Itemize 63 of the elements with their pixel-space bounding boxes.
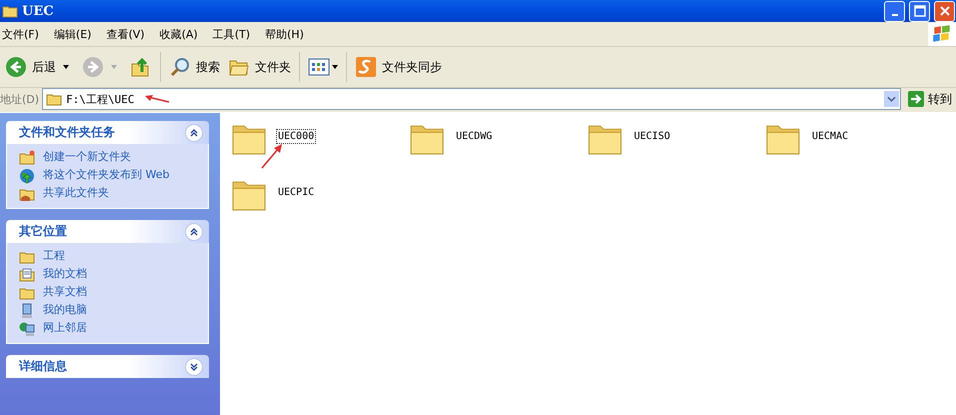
go-arrow-icon xyxy=(908,91,924,107)
panel-title: 其它位置 xyxy=(19,223,68,240)
panel-header[interactable]: 详细信息 xyxy=(6,355,209,378)
task-link[interactable]: 我的文档 xyxy=(43,266,173,282)
task-link[interactable]: 创建一个新文件夹 xyxy=(43,149,173,165)
minimize-icon xyxy=(892,14,898,16)
annotation-arrow xyxy=(144,94,170,104)
collapse-button[interactable] xyxy=(185,222,203,240)
window-title: UEC xyxy=(22,4,54,18)
task-link[interactable]: 将这个文件夹发布到 Web xyxy=(43,167,173,183)
maximize-icon xyxy=(914,5,926,17)
folder-name[interactable]: UECMAC xyxy=(810,129,850,144)
collapse-button[interactable] xyxy=(185,124,203,142)
task-link[interactable]: 我的电脑 xyxy=(43,302,173,318)
task-link[interactable]: 工程 xyxy=(43,248,173,264)
folder-name[interactable]: UECPIC xyxy=(276,185,316,200)
caret-icon xyxy=(332,65,338,69)
back-button[interactable]: 后退 xyxy=(2,54,59,80)
chevron-icon xyxy=(189,226,199,236)
dropdown-button[interactable] xyxy=(884,91,899,107)
menu-item[interactable]: 编辑(E) xyxy=(54,26,98,42)
search-button[interactable]: 搜索 xyxy=(166,54,223,80)
network-icon xyxy=(19,321,35,337)
collapse-button[interactable] xyxy=(185,358,203,376)
address-label: 地址(D) xyxy=(0,92,40,106)
close-icon xyxy=(938,5,950,17)
folder-name[interactable]: UECDWG xyxy=(454,129,494,144)
chevron-icon xyxy=(189,362,199,372)
maximize-button[interactable] xyxy=(909,0,930,22)
folder-name[interactable]: UEC000 xyxy=(276,129,316,144)
folder-icon xyxy=(2,4,18,18)
sync-button[interactable]: 文件夹同步 xyxy=(352,54,445,80)
address-field[interactable]: F:\工程\UEC xyxy=(42,88,901,110)
menu-item[interactable]: 帮助(H) xyxy=(265,26,311,42)
task-link[interactable]: 共享文档 xyxy=(43,284,173,300)
folders-button[interactable]: 文件夹 xyxy=(225,54,294,80)
menu-item[interactable]: 查看(V) xyxy=(106,26,152,42)
minimize-button[interactable] xyxy=(884,0,905,22)
panel-title: 文件和文件夹任务 xyxy=(19,124,116,141)
documents-icon xyxy=(19,267,35,283)
views-grid-icon xyxy=(308,56,330,78)
folder-name[interactable]: UECISO xyxy=(632,129,672,144)
menu-item[interactable]: 工具(T) xyxy=(212,26,257,42)
flag-logo-icon xyxy=(928,22,956,46)
search-icon xyxy=(169,56,191,78)
sync-logo-icon xyxy=(355,56,377,78)
task-link[interactable]: 共享此文件夹 xyxy=(43,185,173,201)
panel-title: 详细信息 xyxy=(19,358,68,375)
computer-icon xyxy=(19,303,35,319)
go-button[interactable]: 转到 xyxy=(904,90,956,108)
menu-item[interactable]: 文件(F) xyxy=(2,26,46,42)
new-folder-icon xyxy=(19,150,35,166)
panel-header[interactable]: 其它位置 xyxy=(6,220,209,243)
chevron-icon xyxy=(189,128,199,138)
panel-header[interactable]: 文件和文件夹任务 xyxy=(6,121,209,144)
address-value: F:\工程\UEC xyxy=(66,92,134,106)
task-link[interactable]: 网上邻居 xyxy=(43,320,173,336)
menu-item[interactable]: 收藏(A) xyxy=(160,26,205,42)
globe-icon xyxy=(19,168,35,184)
caret-icon[interactable] xyxy=(63,65,69,69)
close-button[interactable] xyxy=(934,0,955,22)
chevron-icon xyxy=(887,96,896,102)
annotation-arrow xyxy=(260,143,284,169)
